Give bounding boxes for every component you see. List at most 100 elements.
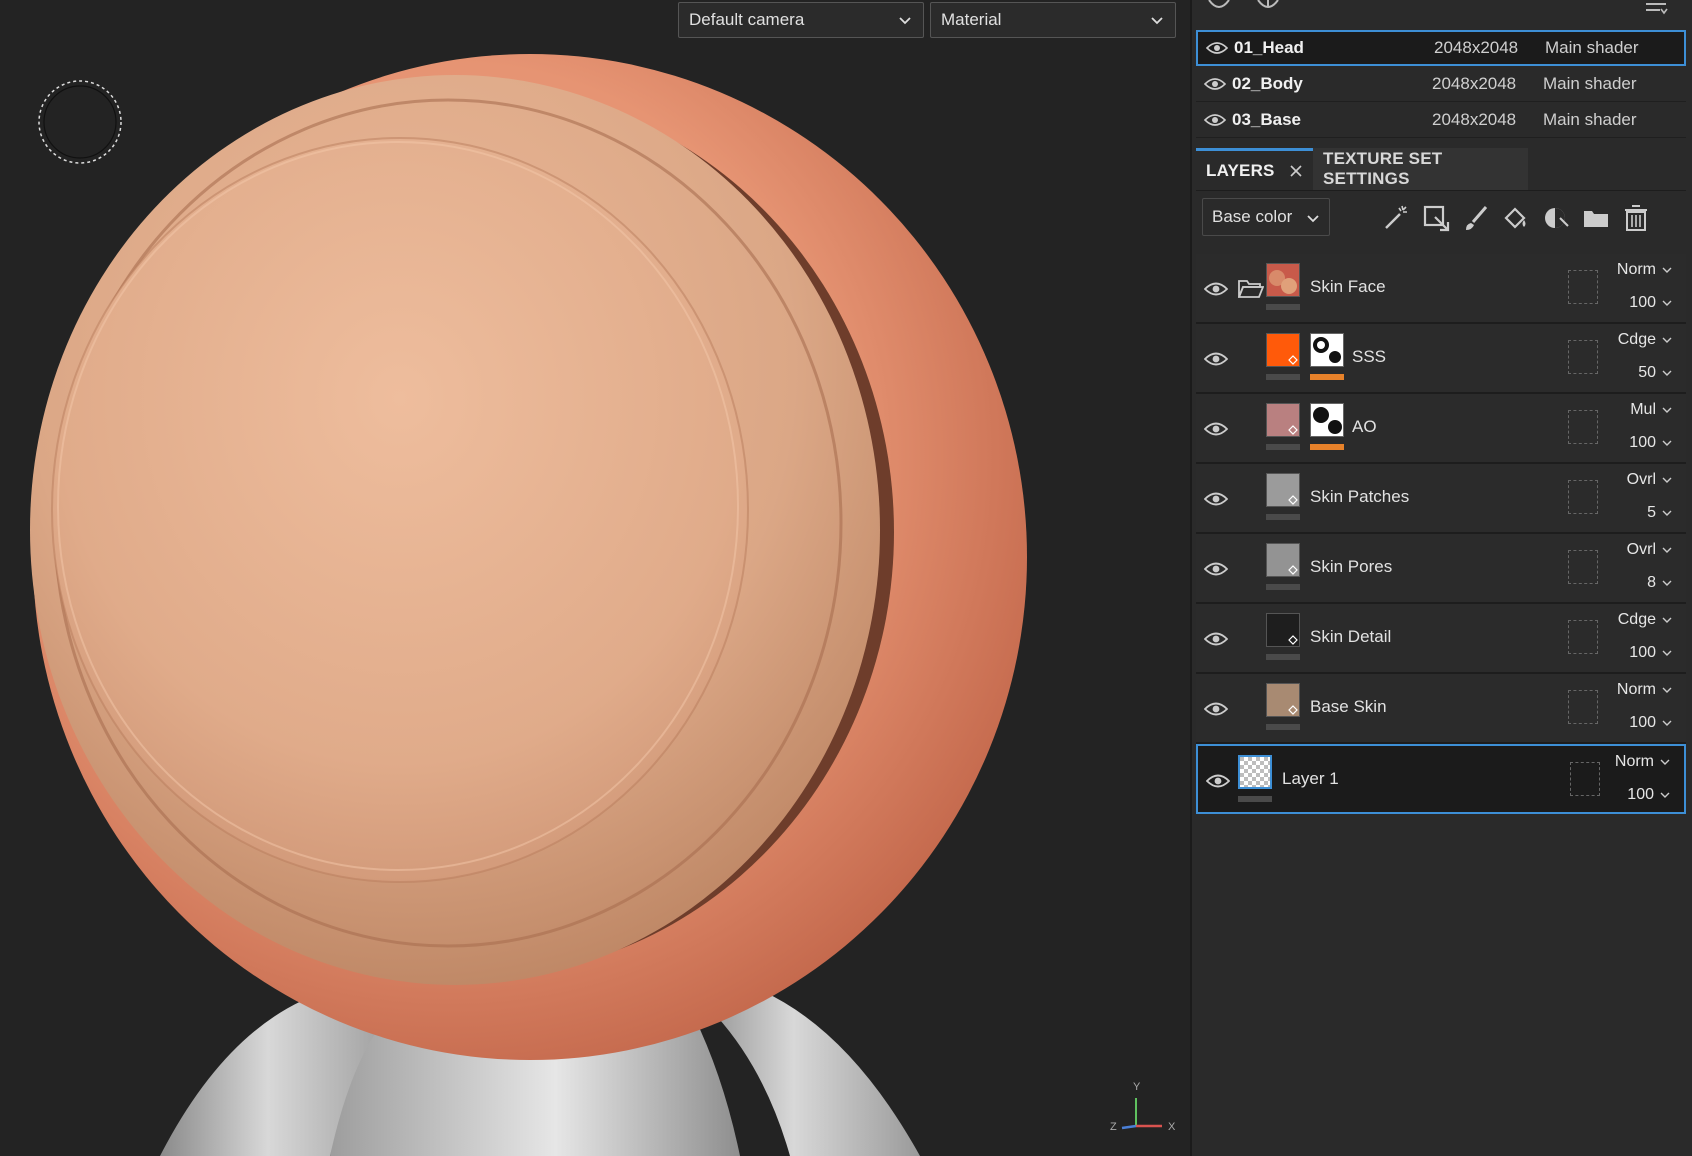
layer-mask-slot[interactable] bbox=[1568, 340, 1598, 374]
blend-mode-dropdown[interactable]: Cdge bbox=[1618, 331, 1672, 349]
layer-row[interactable]: Layer 1 Norm 100 bbox=[1196, 744, 1686, 814]
layer-name[interactable]: Base Skin bbox=[1310, 674, 1387, 740]
eye-icon[interactable] bbox=[1204, 76, 1226, 92]
chevron-down-icon bbox=[1660, 792, 1670, 798]
layer-row[interactable]: Skin Pores Ovrl 8 bbox=[1196, 534, 1686, 604]
blend-mode-dropdown[interactable]: Ovrl bbox=[1627, 541, 1672, 559]
texture-set-name: 02_Body bbox=[1232, 73, 1303, 93]
channel-dropdown[interactable]: Base color bbox=[1202, 198, 1330, 236]
layer-mask-thumbnail[interactable] bbox=[1310, 403, 1344, 437]
layer-mask-slot[interactable] bbox=[1568, 410, 1598, 444]
chevron-down-icon bbox=[899, 17, 911, 25]
opacity-dropdown[interactable]: 8 bbox=[1647, 574, 1672, 592]
opacity-dropdown[interactable]: 100 bbox=[1629, 294, 1672, 312]
eye-icon[interactable] bbox=[1204, 112, 1226, 128]
layer-thumbnail[interactable] bbox=[1266, 473, 1300, 507]
layer-row[interactable]: AO Mul 100 bbox=[1196, 394, 1686, 464]
folder-icon[interactable] bbox=[1582, 204, 1610, 232]
layer-row[interactable]: Skin Detail Cdge 100 bbox=[1196, 604, 1686, 674]
axis-z-label: Z bbox=[1110, 1121, 1117, 1133]
opacity-dropdown[interactable]: 100 bbox=[1629, 644, 1672, 662]
layer-mask-slot[interactable] bbox=[1568, 690, 1598, 724]
layer-thumbnail[interactable] bbox=[1266, 613, 1300, 647]
eye-icon[interactable] bbox=[1204, 630, 1228, 648]
trash-icon[interactable] bbox=[1622, 204, 1650, 232]
layer-name[interactable]: Skin Detail bbox=[1310, 604, 1391, 670]
opacity-value: 100 bbox=[1629, 714, 1656, 731]
smart-material-icon[interactable] bbox=[1422, 204, 1450, 232]
layer-name[interactable]: Skin Pores bbox=[1310, 534, 1392, 600]
magic-wand-icon[interactable] bbox=[1382, 204, 1410, 232]
blend-mode-dropdown[interactable]: Norm bbox=[1617, 681, 1672, 699]
chevron-down-icon bbox=[1151, 17, 1163, 25]
tab-texture-set-settings[interactable]: TEXTURE SET SETTINGS bbox=[1313, 148, 1528, 190]
layer-mask-slot[interactable] bbox=[1570, 762, 1600, 796]
axis-gizmo-icon[interactable]: Y X Z bbox=[1104, 1076, 1186, 1138]
layer-row[interactable]: Skin Face Norm 100 bbox=[1196, 254, 1686, 324]
layer-name[interactable]: Layer 1 bbox=[1282, 746, 1339, 812]
layer-mask-slot[interactable] bbox=[1568, 480, 1598, 514]
chevron-down-icon bbox=[1662, 720, 1672, 726]
layer-row[interactable]: Base Skin Norm 100 bbox=[1196, 674, 1686, 744]
eye-icon[interactable] bbox=[1204, 280, 1228, 298]
chevron-down-icon bbox=[1662, 370, 1672, 376]
layer-thumbnail[interactable] bbox=[1266, 403, 1300, 437]
thumbnail-bar bbox=[1266, 444, 1300, 450]
layer-thumbnail[interactable] bbox=[1266, 543, 1300, 577]
blend-mode-dropdown[interactable]: Cdge bbox=[1618, 611, 1672, 629]
blend-mode-dropdown[interactable]: Norm bbox=[1617, 261, 1672, 279]
layer-thumbnail[interactable] bbox=[1238, 755, 1272, 789]
opacity-dropdown[interactable]: 50 bbox=[1638, 364, 1672, 382]
paint-brush-icon[interactable] bbox=[1462, 204, 1490, 232]
layer-mask-slot[interactable] bbox=[1568, 550, 1598, 584]
eye-icon[interactable] bbox=[1206, 40, 1228, 56]
texture-set-row[interactable]: 01_Head 2048x2048 Main shader bbox=[1196, 30, 1686, 66]
layer-name[interactable]: Skin Face bbox=[1310, 254, 1386, 320]
eye-icon[interactable] bbox=[1204, 420, 1228, 438]
layer-mask-slot[interactable] bbox=[1568, 620, 1598, 654]
viewport-render[interactable] bbox=[0, 0, 1190, 1156]
layer-mask-thumbnail[interactable] bbox=[1310, 333, 1344, 367]
layer-thumbnail[interactable] bbox=[1266, 263, 1300, 297]
texture-set-row[interactable]: 02_Body 2048x2048 Main shader bbox=[1196, 66, 1686, 102]
chevron-down-icon bbox=[1662, 510, 1672, 516]
layer-row[interactable]: SSS Cdge 50 bbox=[1196, 324, 1686, 394]
layer-thumbnail[interactable] bbox=[1266, 683, 1300, 717]
camera-dropdown[interactable]: Default camera bbox=[678, 2, 924, 38]
fill-bucket-icon[interactable] bbox=[1502, 204, 1530, 232]
camera-dropdown-label: Default camera bbox=[689, 10, 805, 29]
layer-row[interactable]: Skin Patches Ovrl 5 bbox=[1196, 464, 1686, 534]
eye-icon[interactable] bbox=[1206, 772, 1230, 790]
blend-mode-label: Cdge bbox=[1617, 611, 1656, 628]
3d-viewport[interactable]: Default camera Material Y X Z bbox=[0, 0, 1190, 1156]
blend-mode-dropdown[interactable]: Norm bbox=[1615, 753, 1670, 771]
blend-mode-dropdown[interactable]: Mul bbox=[1630, 401, 1672, 419]
folder-open-icon[interactable] bbox=[1238, 278, 1264, 300]
opacity-dropdown[interactable]: 100 bbox=[1629, 434, 1672, 452]
layer-name[interactable]: AO bbox=[1352, 394, 1377, 460]
layer-mask-slot[interactable] bbox=[1568, 270, 1598, 304]
layer-name[interactable]: SSS bbox=[1352, 324, 1386, 390]
opacity-dropdown[interactable]: 100 bbox=[1627, 786, 1670, 804]
chevron-down-icon bbox=[1307, 215, 1319, 223]
opacity-dropdown[interactable]: 100 bbox=[1629, 714, 1672, 732]
eye-icon[interactable] bbox=[1204, 700, 1228, 718]
display-mode-dropdown[interactable]: Material bbox=[930, 2, 1176, 38]
layer-thumbnail[interactable] bbox=[1266, 333, 1300, 367]
opacity-dropdown[interactable]: 5 bbox=[1647, 504, 1672, 522]
info-icon[interactable] bbox=[1254, 0, 1282, 14]
panel-menu-icon[interactable] bbox=[1644, 0, 1668, 16]
tab-layers[interactable]: LAYERS bbox=[1196, 148, 1313, 190]
texture-set-row[interactable]: 03_Base 2048x2048 Main shader bbox=[1196, 102, 1686, 138]
eye-icon[interactable] bbox=[1204, 490, 1228, 508]
eye-icon[interactable] bbox=[1204, 350, 1228, 368]
close-icon[interactable] bbox=[1289, 164, 1303, 178]
thumbnail-bar bbox=[1266, 654, 1300, 660]
eye-icon[interactable] bbox=[1204, 560, 1228, 578]
opacity-value: 8 bbox=[1647, 574, 1656, 591]
smart-mask-icon[interactable] bbox=[1542, 204, 1570, 232]
opacity-value: 100 bbox=[1627, 786, 1654, 803]
blend-mode-dropdown[interactable]: Ovrl bbox=[1627, 471, 1672, 489]
layer-name[interactable]: Skin Patches bbox=[1310, 464, 1409, 530]
link-icon[interactable] bbox=[1206, 0, 1232, 14]
